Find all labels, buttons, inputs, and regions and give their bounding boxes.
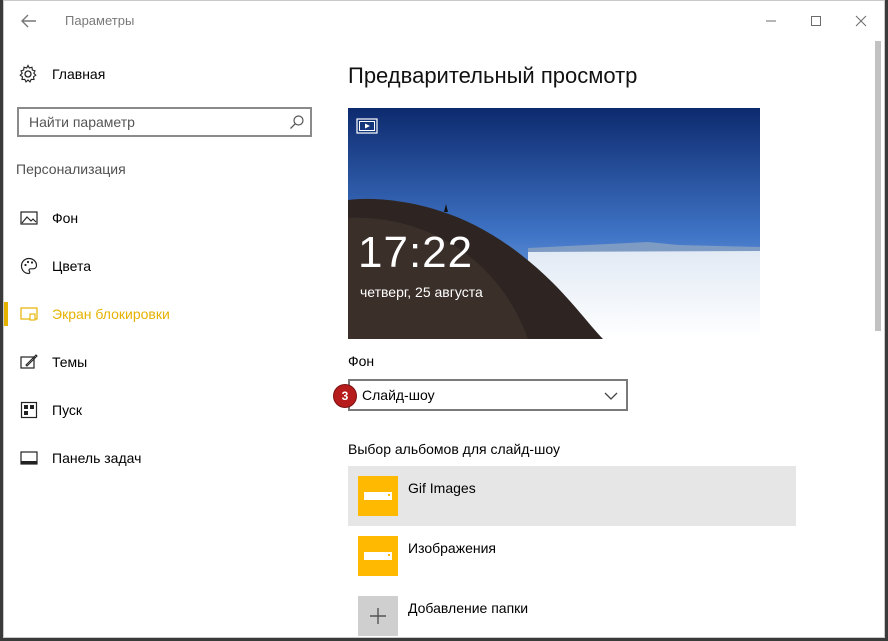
preview-time: 17:22: [358, 228, 474, 277]
sidebar-item-label: Панель задач: [52, 450, 142, 466]
background-label: Фон: [348, 353, 375, 369]
sidebar-item-lock-screen[interactable]: Экран блокировки: [4, 298, 334, 330]
album-item-gif-images[interactable]: Gif Images: [348, 466, 796, 526]
search-input[interactable]: [19, 109, 291, 135]
sidebar-item-label: Фон: [52, 210, 79, 226]
sidebar-item-start[interactable]: Пуск: [4, 394, 334, 426]
maximize-button[interactable]: [802, 7, 830, 35]
page-title: Предварительный просмотр: [348, 63, 638, 88]
scrollbar-thumb[interactable]: [875, 41, 881, 331]
sidebar-item-label: Цвета: [52, 258, 91, 274]
slideshow-icon: [356, 118, 378, 134]
album-name: Gif Images: [408, 480, 476, 496]
scrollbar[interactable]: [872, 41, 884, 637]
minimize-button[interactable]: [757, 7, 785, 35]
search-icon[interactable]: [289, 114, 305, 130]
taskbar-icon: [20, 449, 38, 467]
lock-screen-icon: [20, 305, 38, 323]
folder-icon: [358, 536, 398, 576]
preview-image: [348, 108, 760, 339]
albums-label: Выбор альбомов для слайд-шоу: [348, 441, 560, 457]
home-label: Главная: [52, 66, 106, 82]
chevron-down-icon: [604, 389, 618, 401]
back-arrow-icon[interactable]: [18, 10, 40, 32]
lock-screen-preview: 17:22 четверг, 25 августа: [348, 108, 760, 339]
start-icon: [20, 401, 38, 419]
home-link[interactable]: Главная: [18, 63, 105, 85]
section-title: Персонализация: [16, 161, 126, 177]
app-title: Параметры: [65, 13, 135, 28]
palette-icon: [20, 257, 38, 275]
background-dropdown[interactable]: Слайд-шоу: [348, 379, 628, 411]
search-box[interactable]: [17, 107, 312, 137]
picture-icon: [20, 209, 38, 227]
settings-window: Параметры Главная Персо: [3, 0, 885, 638]
dropdown-value: Слайд-шоу: [362, 387, 435, 403]
preview-date: четверг, 25 августа: [360, 284, 483, 300]
sidebar-item-colors[interactable]: Цвета: [4, 250, 334, 282]
album-name: Изображения: [408, 540, 496, 556]
sidebar-item-label: Экран блокировки: [52, 306, 170, 322]
album-name: Добавление папки: [408, 600, 529, 616]
active-indicator: [4, 302, 8, 326]
title-bar: Параметры: [4, 1, 884, 41]
themes-icon: [20, 353, 38, 371]
add-folder-button[interactable]: Добавление папки: [348, 586, 796, 637]
album-item-images[interactable]: Изображения: [348, 526, 796, 586]
plus-icon: [358, 596, 398, 636]
step-number-badge: 3: [334, 385, 356, 407]
sidebar: Главная Персонализация Фон Цвета: [4, 41, 334, 637]
sidebar-item-label: Пуск: [52, 402, 83, 418]
sidebar-item-themes[interactable]: Темы: [4, 346, 334, 378]
sidebar-item-taskbar[interactable]: Панель задач: [4, 442, 334, 474]
close-button[interactable]: [847, 7, 875, 35]
gear-icon: [18, 64, 38, 84]
sidebar-item-background[interactable]: Фон: [4, 202, 334, 234]
main-content: Предварительный просмотр 17:22 четверг, …: [334, 41, 868, 637]
folder-icon: [358, 476, 398, 516]
sidebar-item-label: Темы: [52, 354, 88, 370]
